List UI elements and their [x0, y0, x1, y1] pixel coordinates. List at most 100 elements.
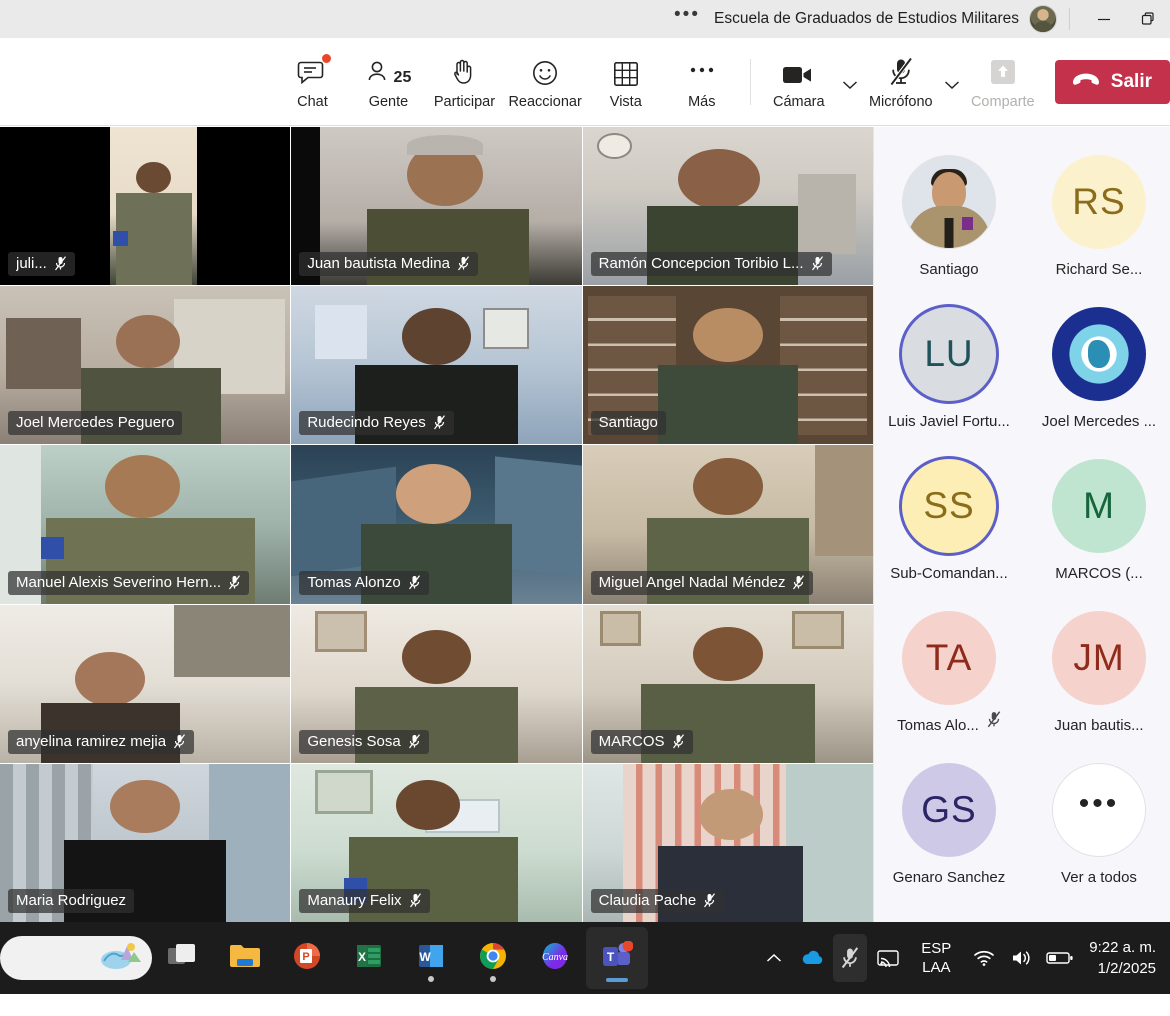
- svg-text:T: T: [607, 950, 615, 964]
- chrome-icon: [477, 940, 509, 977]
- tile-name: Santiago: [598, 414, 658, 432]
- svg-text:W: W: [419, 950, 431, 964]
- svg-text:Canva: Canva: [542, 952, 568, 963]
- tile-name: Manuel Alexis Severino Hern...: [16, 573, 222, 591]
- avatar-initials: M: [1083, 485, 1115, 526]
- tile-name-chip: Manaury Felix: [299, 888, 430, 913]
- video-tile[interactable]: Claudia Pache: [582, 763, 873, 922]
- canva-button[interactable]: Canva: [524, 927, 586, 989]
- canva-icon: Canva: [539, 940, 571, 977]
- tile-name-chip: Joel Mercedes Peguero: [8, 411, 183, 436]
- roster-participant[interactable]: TA Tomas Alo...: [874, 611, 1024, 763]
- teams-icon: T: [601, 940, 634, 976]
- restore-window-button[interactable]: [1126, 0, 1170, 38]
- excel-button[interactable]: X: [338, 927, 400, 989]
- language-line-1: ESP: [921, 940, 952, 957]
- toolbar-react-label: Reaccionar: [508, 94, 582, 110]
- toolbar-people-button[interactable]: 25 Gente: [350, 45, 426, 119]
- video-tile[interactable]: anyelina ramirez mejia: [0, 604, 291, 763]
- teams-button[interactable]: T: [586, 927, 648, 989]
- video-tile[interactable]: Miguel Angel Nadal Méndez: [582, 445, 873, 604]
- volume-icon[interactable]: [1005, 934, 1039, 982]
- avatar-initials: JM: [1073, 637, 1125, 678]
- excel-icon: X: [354, 941, 384, 976]
- clock[interactable]: 9:22 a. m. 1/2/2025: [1081, 937, 1162, 979]
- microphone-off-icon: [229, 574, 241, 589]
- avatar: GS: [902, 763, 996, 857]
- roster-view-all[interactable]: ••• Ver a todos: [1024, 763, 1170, 915]
- roster-participant[interactable]: JM Juan bautis...: [1024, 611, 1170, 763]
- tile-name: Miguel Angel Nadal Méndez: [598, 573, 786, 591]
- toolbar-share-button[interactable]: Comparte: [965, 45, 1041, 119]
- powerpoint-button[interactable]: P: [276, 927, 338, 989]
- microphone-off-icon: [433, 415, 445, 430]
- microphone-off-icon: [174, 734, 186, 749]
- titlebar-overflow-icon[interactable]: •••: [674, 5, 714, 28]
- minimize-button[interactable]: [1082, 0, 1126, 38]
- chrome-button[interactable]: [462, 927, 524, 989]
- leave-meeting-button[interactable]: Salir: [1054, 59, 1170, 104]
- system-tray: ESP LAA 9:22 a. m. 1/2/2025: [757, 934, 1170, 982]
- word-button[interactable]: W: [400, 927, 462, 989]
- roster-participant[interactable]: RS Richard Se...: [1024, 155, 1170, 307]
- video-tile[interactable]: Ramón Concepcion Toribio L...: [582, 127, 873, 286]
- avatar-initials: GS: [921, 789, 977, 830]
- microphone-off-icon: [793, 574, 805, 589]
- video-tile[interactable]: Manuel Alexis Severino Hern...: [0, 445, 291, 604]
- toolbar-camera-button[interactable]: Cámara: [761, 45, 837, 119]
- microphone-off-icon: [704, 893, 716, 908]
- tile-name: Tomas Alonzo: [307, 573, 401, 591]
- toolbar-microphone-button[interactable]: Micrófono: [863, 45, 939, 119]
- tile-name-chip: Juan bautista Medina: [299, 252, 478, 277]
- start-button[interactable]: [0, 936, 152, 980]
- roster-participant[interactable]: M MARCOS (...: [1024, 459, 1170, 611]
- toolbar-raise-hand-button[interactable]: Participar: [426, 45, 502, 119]
- video-tile[interactable]: juli...: [0, 127, 291, 286]
- avatar: JM: [1052, 611, 1146, 705]
- microphone-options-chevron-down-icon[interactable]: [939, 45, 965, 119]
- cast-icon[interactable]: [871, 934, 905, 982]
- microphone-off-icon: [811, 256, 823, 271]
- roster-participant-name: MARCOS (...: [1055, 565, 1143, 582]
- battery-icon[interactable]: [1043, 934, 1077, 982]
- toolbar-more-button[interactable]: Más: [664, 45, 740, 119]
- microphone-muted-tray-icon[interactable]: [833, 934, 868, 982]
- task-view-button[interactable]: [152, 927, 214, 989]
- account-avatar[interactable]: [1029, 5, 1057, 33]
- video-tile[interactable]: MARCOS: [582, 604, 873, 763]
- toolbar-chat-button[interactable]: Chat: [274, 45, 350, 119]
- toolbar-react-button[interactable]: Reaccionar: [502, 45, 587, 119]
- word-icon: W: [416, 941, 446, 976]
- video-tile[interactable]: Santiago: [582, 286, 873, 445]
- video-tile[interactable]: Genesis Sosa: [291, 604, 582, 763]
- onedrive-icon[interactable]: [795, 934, 829, 982]
- roster-participant[interactable]: Joel Mercedes ...: [1024, 307, 1170, 459]
- video-tile[interactable]: Maria Rodriguez: [0, 763, 291, 922]
- toolbar-microphone-label: Micrófono: [868, 94, 933, 110]
- microphone-off-icon: [457, 256, 469, 271]
- file-explorer-button[interactable]: [214, 927, 276, 989]
- roster-participant[interactable]: GS Genaro Sanchez: [874, 763, 1024, 915]
- tile-name: Maria Rodriguez: [16, 891, 127, 909]
- avatar: LU: [902, 307, 996, 401]
- video-tile[interactable]: Manaury Felix: [291, 763, 582, 922]
- toolbar-view-button[interactable]: Vista: [588, 45, 664, 119]
- show-hidden-icons-button[interactable]: [757, 934, 791, 982]
- roster-participant[interactable]: Santiago: [874, 155, 1024, 307]
- titlebar-divider: [1069, 8, 1070, 30]
- tile-name: Juan bautista Medina: [307, 255, 450, 273]
- roster-participant[interactable]: SS Sub-Comandan...: [874, 459, 1024, 611]
- leave-meeting-label: Salir: [1110, 70, 1152, 92]
- roster-participant-name: Richard Se...: [1055, 261, 1143, 278]
- wifi-icon[interactable]: [967, 934, 1001, 982]
- video-tile[interactable]: Joel Mercedes Peguero: [0, 286, 291, 445]
- grid-view-icon: [613, 53, 639, 87]
- video-tile[interactable]: Rudecindo Reyes: [291, 286, 582, 445]
- camera-options-chevron-down-icon[interactable]: [837, 45, 863, 119]
- avatar: [902, 155, 996, 249]
- video-tile[interactable]: Juan bautista Medina: [291, 127, 582, 286]
- toolbar-divider: [749, 58, 751, 105]
- roster-participant[interactable]: LU Luis Javiel Fortu...: [874, 307, 1024, 459]
- language-indicator[interactable]: ESP LAA: [909, 939, 963, 977]
- video-tile[interactable]: Tomas Alonzo: [291, 445, 582, 604]
